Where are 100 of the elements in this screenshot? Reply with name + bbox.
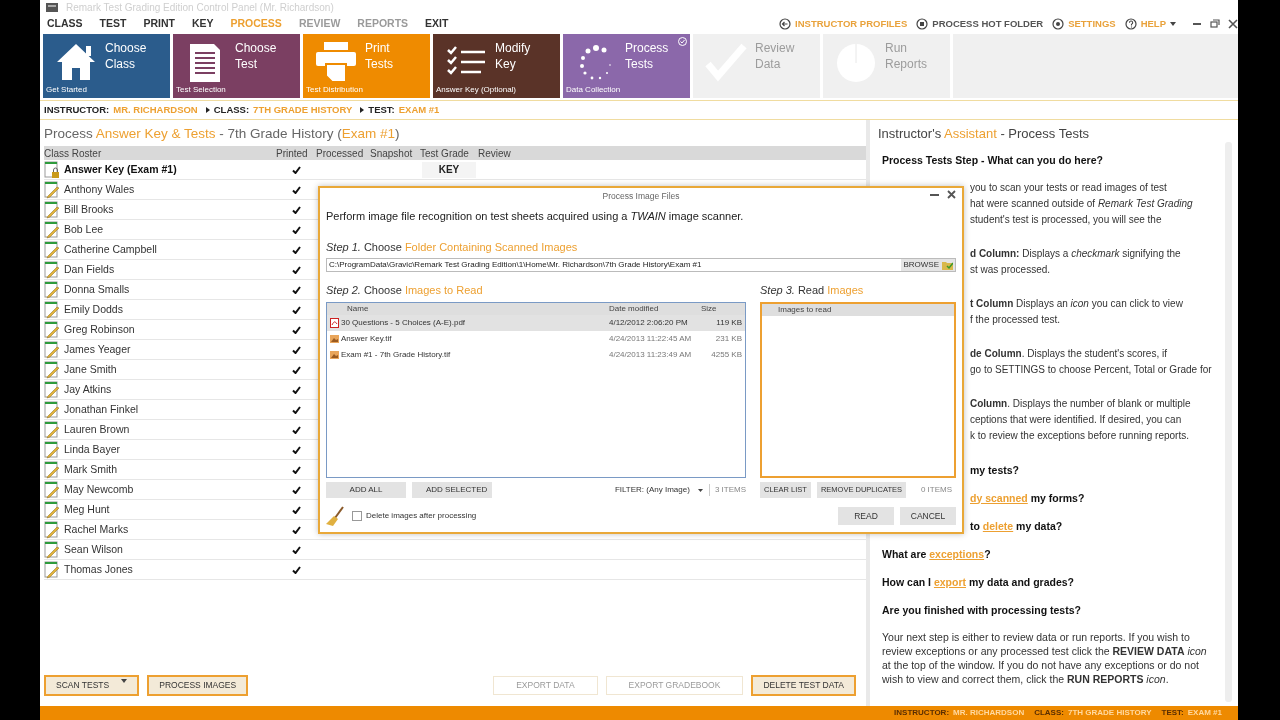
student-name[interactable]: Emily Dodds (64, 301, 123, 318)
crumb-value: MR. RICHARDSON (953, 707, 1025, 719)
student-name[interactable]: Rachel Marks (64, 521, 129, 538)
image-file-icon (329, 349, 339, 360)
step-tile[interactable]: Process Tests Data Collection (563, 34, 690, 98)
dialog-button[interactable]: CANCEL (900, 507, 956, 525)
list-button[interactable]: ADD ALL (326, 482, 406, 498)
help-paragraph: d Column: Displays a checkmark signifying the st was processed. (970, 246, 1182, 277)
header-link[interactable]: PROCESS HOT FOLDER (916, 16, 1044, 32)
column-header[interactable]: Size (699, 302, 745, 315)
action-button[interactable]: DELETE TEST DATA (751, 675, 856, 696)
student-name[interactable]: Answer Key (Exam #1) (64, 161, 177, 178)
caret-icon[interactable] (121, 679, 128, 684)
help-question: dy scanned my forms? (970, 490, 1086, 506)
help-paragraph: Your next step is either to review data or run reports. If you wish to review exceptions or any processed test click the REVIEW DATA icon at the top of the window. If you do not have any exceptions or do not wish to view and correct them, click the RUN REPORTS icon. (882, 629, 1208, 686)
menu-item[interactable]: TEST (99, 16, 127, 32)
help-paragraph: Column. Displays the number of blank or multiple ceptions that were identified. If desired, you can k to review the exceptions before running reports. (970, 396, 1192, 443)
column-header[interactable]: Name (341, 302, 603, 315)
tile-title: Process Tests (625, 40, 670, 72)
list-button[interactable]: ADD SELECTED (412, 482, 492, 498)
pencil-document-icon (44, 540, 60, 559)
pencil-document-icon (44, 380, 60, 399)
action-button[interactable]: PROCESS IMAGES (147, 675, 249, 696)
image-file-icon (329, 333, 339, 344)
stop-icon (916, 18, 929, 30)
caret-icon (697, 488, 703, 492)
help-paragraph: de Column. Displays the student's scores, if go to SETTINGS to choose Percent, Total or Grade for (970, 346, 1213, 377)
back-icon (779, 18, 792, 30)
pencil-document-icon (44, 240, 60, 259)
filter-dropdown[interactable]: FILTER: (Any Image) (614, 484, 703, 496)
close-icon[interactable] (1228, 19, 1238, 29)
student-name[interactable]: Jay Atkins (64, 381, 112, 398)
printer-icon (314, 40, 358, 84)
menu-item[interactable]: KEY (191, 16, 214, 32)
tile-title: Choose Test (235, 40, 278, 72)
menu-item[interactable]: CLASS (47, 16, 83, 32)
student-name[interactable]: Dan Fields (64, 261, 115, 278)
pencil-document-icon (44, 180, 60, 199)
student-name[interactable]: Anthony Wales (64, 181, 135, 198)
file-row[interactable]: Exam #1 - 7th Grade History.tif 4/24/2013 11:23:49 AM 4255 KB (327, 346, 745, 363)
browse-button[interactable]: BROWSE (901, 259, 955, 271)
pencil-document-icon (44, 460, 60, 479)
crumb-value: EXAM #1 (398, 102, 440, 117)
student-name[interactable]: Bob Lee (64, 221, 104, 238)
student-name[interactable]: Bill Brooks (64, 201, 114, 218)
menu-item[interactable]: PRINT (143, 16, 175, 32)
crumb-label: CLASS: (213, 102, 250, 117)
tile-subtitle: Answer Key (Optional) (436, 84, 517, 96)
pencil-document-icon (44, 360, 60, 379)
student-name[interactable]: Jane Smith (64, 361, 117, 378)
close-icon[interactable] (947, 190, 956, 199)
split-button[interactable]: SCAN TESTS (44, 675, 140, 696)
broom-icon (326, 506, 346, 526)
menu-item[interactable]: EXIT (425, 16, 449, 32)
restore-icon[interactable] (1210, 19, 1220, 29)
student-name[interactable]: Thomas Jones (64, 561, 133, 578)
student-name[interactable]: Lauren Brown (64, 421, 130, 438)
help-question: What are exceptions? (882, 546, 992, 562)
crumb-value: EXAM #1 (1187, 707, 1222, 719)
item-count: 3 ITEMS (708, 484, 746, 496)
crumb-value: MR. RICHARDSON (113, 102, 198, 117)
student-name[interactable]: Linda Bayer (64, 441, 121, 458)
file-row[interactable]: Answer Key.tif 4/24/2013 11:22:45 AM 231 KB (327, 330, 745, 347)
student-name[interactable]: Greg Robinson (64, 321, 135, 338)
student-name[interactable]: James Yeager (64, 341, 131, 358)
pencil-document-icon (44, 280, 60, 299)
student-name[interactable]: Meg Hunt (64, 501, 110, 518)
tile-title: Print Tests (365, 40, 394, 72)
step-heading: Step 3. Read Images (760, 283, 865, 298)
tile-subtitle: Data Collection (566, 84, 621, 96)
settings-icon (1052, 18, 1065, 30)
column-header[interactable]: Date modified (603, 302, 699, 315)
step-tile[interactable]: Choose Test Test Selection (173, 34, 300, 98)
student-name[interactable]: Jonathan Finkel (64, 401, 139, 418)
crumb-label: INSTRUCTOR: (894, 707, 950, 719)
student-name[interactable]: Sean Wilson (64, 541, 123, 558)
step-tile[interactable]: Modify Key Answer Key (Optional) (433, 34, 560, 98)
student-name[interactable]: Donna Smalls (64, 281, 130, 298)
column-header: Images to read (777, 303, 832, 316)
pdf-file-icon (329, 317, 339, 328)
panel-title: Instructor's Assistant - Process Tests (878, 125, 1091, 143)
dialog-button[interactable]: READ (838, 507, 894, 525)
tile-title: Review Data (755, 40, 796, 72)
step-tile[interactable]: Choose Class Get Started (43, 34, 170, 98)
student-name[interactable]: May Newcomb (64, 481, 134, 498)
column-header: Test Grade (420, 147, 470, 161)
pencil-document-icon (44, 300, 60, 319)
student-name[interactable]: Catherine Campbell (64, 241, 157, 258)
help-question: How can I export my data and grades? (882, 574, 1075, 590)
crumb-label: TEST: (368, 102, 395, 117)
pencil-document-icon (44, 320, 60, 339)
pencil-document-icon (44, 500, 60, 519)
tile-subtitle: Test Distribution (306, 84, 363, 96)
delete-checkbox[interactable]: Delete images after processing (352, 510, 477, 522)
caret-icon (1170, 22, 1176, 26)
folder-field[interactable]: C:\ProgramData\Gravic\Remark Test Grading Edition\1\Home\Mr. Richardson\7th Grade History\Exam #1 BROWSE (326, 258, 956, 272)
crumb-label: INSTRUCTOR: (44, 102, 110, 117)
student-name[interactable]: Mark Smith (64, 461, 118, 478)
panel-title: Process Answer Key & Tests - 7th Grade History (Exam #1) (44, 125, 401, 143)
crumb-value: 7TH GRADE HISTORY (253, 102, 353, 117)
